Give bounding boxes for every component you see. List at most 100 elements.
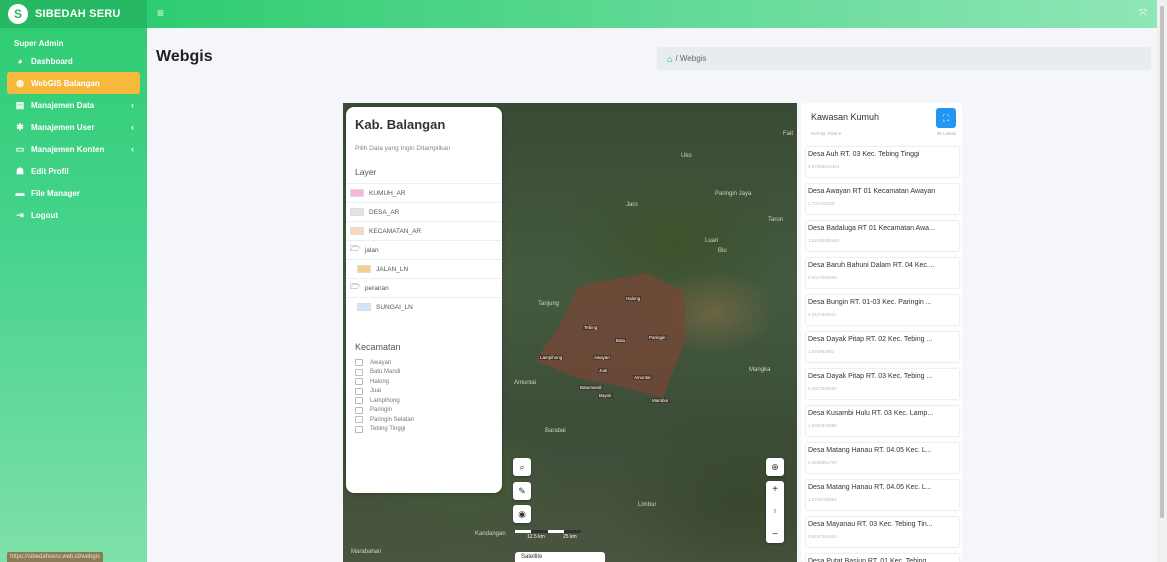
kecamatan-label: Awayan xyxy=(370,359,392,366)
district-map-label[interactable]: Paringin xyxy=(648,335,667,340)
camera-icon[interactable]: ◉ xyxy=(513,505,531,523)
sidebar-item-label: Dashboard xyxy=(31,56,73,66)
map-place-label: Amuntai xyxy=(514,380,537,386)
sidebar-item-dashboard[interactable]: ◕ Dashboard xyxy=(7,50,140,72)
layer-item-kumuh_ar[interactable]: KUMUH_AR xyxy=(346,183,502,202)
kawasan-item-value: 0.4638951705 xyxy=(808,460,837,465)
district-map-label[interactable]: Batumandi xyxy=(579,385,603,390)
home-icon[interactable]: ⌂ xyxy=(667,54,672,64)
kecamatan-checkbox-lampihong[interactable]: Lampihong xyxy=(346,396,502,406)
kawasan-list-item[interactable]: Desa Bungin RT. 01-03 Kec. Paringin ... 4… xyxy=(806,295,959,325)
kecamatan-checkbox-tebing-tinggi[interactable]: Tebing Tinggi xyxy=(346,425,502,435)
layer-color-swatch xyxy=(357,265,371,273)
district-map-label[interactable]: Lampihong xyxy=(539,355,564,360)
kecamatan-checkbox-juai[interactable]: Juai xyxy=(346,387,502,397)
layer-item-jalan_ln[interactable]: JALAN_LN xyxy=(346,259,502,278)
kecamatan-checkbox-paringin[interactable]: Paringin xyxy=(346,406,502,416)
sidebar-item-manajemen-user[interactable]: ✱ Manajemen User ‹ xyxy=(7,116,140,138)
checkbox[interactable] xyxy=(355,387,363,395)
menu-toggle-icon[interactable]: ≡ xyxy=(157,6,164,20)
fullscreen-icon[interactable]: ⤧ xyxy=(1139,8,1147,19)
status-bar-url: https://sibedahseru.web.id/webgis xyxy=(7,552,104,562)
sidebar-item-webgis-balangan[interactable]: ◍ WebGIS Balangan xyxy=(7,72,140,94)
kecamatan-label: Lampihong xyxy=(370,397,400,404)
users-icon: ✱ xyxy=(16,121,24,132)
sidebar-item-edit-profil[interactable]: ☗ Edit Profil xyxy=(7,160,140,182)
checkbox[interactable] xyxy=(355,378,363,386)
kawasan-list-item[interactable]: Desa Mayanau RT. 03 Kec. Tebing Tin... 0.… xyxy=(806,517,959,547)
zoom-control: + 9 − xyxy=(766,481,784,543)
sidebar-item-manajemen-data[interactable]: ▤ Manajemen Data ‹ xyxy=(7,94,140,116)
district-map-label[interactable]: Halong xyxy=(625,296,642,301)
kawasan-item-value: 0.0017063008 xyxy=(808,275,837,280)
breadcrumb-current: / Webgis xyxy=(675,54,707,63)
zoom-out-button[interactable]: − xyxy=(772,529,778,540)
map-place-label: Tanjung xyxy=(538,301,560,307)
kawasan-item-value: 0.4627016692 xyxy=(808,386,837,391)
sidebar-item-file-manager[interactable]: ▬ File Manager xyxy=(7,182,140,204)
layer-section-title: Layer xyxy=(355,167,377,177)
kecamatan-label: Halong xyxy=(370,378,390,385)
kawasan-item-name: Desa Matang Hanau RT. 04.05 Kec. L... xyxy=(808,484,932,491)
page-scrollbar[interactable] xyxy=(1157,0,1167,562)
map-place-label: Uko xyxy=(681,153,692,159)
sort-dropdown[interactable]: Sort by: Field ▾ xyxy=(811,131,841,137)
layer-item-perairan[interactable]: 🗁 perairan xyxy=(346,278,502,297)
layer-list: KUMUH_AR DESA_AR KECAMATAN_AR 🗁 jalan JALAN_L… xyxy=(346,183,502,316)
kawasan-list-item[interactable]: Desa Matang Hanau RT. 04.05 Kec. L... 1.2… xyxy=(806,480,959,510)
district-map-label[interactable]: Mambur xyxy=(651,398,670,403)
layer-item-kecamatan_ar[interactable]: KECAMATAN_AR xyxy=(346,221,502,240)
sidebar-item-manajemen-konten[interactable]: ▭ Manajemen Konten ‹ xyxy=(7,138,140,160)
locate-icon[interactable]: ⊕ xyxy=(766,458,784,476)
kawasan-list-item[interactable]: Desa Badaluga RT 01 Kecamatan Awa... 1.52… xyxy=(806,221,959,251)
checkbox[interactable] xyxy=(355,425,363,433)
basemap-switcher[interactable]: Satellite xyxy=(515,552,605,562)
kecamatan-checkbox-awayan[interactable]: Awayan xyxy=(346,358,502,368)
map-place-label: Jaro xyxy=(626,202,638,208)
sidebar-nav: ◕ Dashboard ◍ WebGIS Balangan ▤ Manajeme… xyxy=(0,50,147,226)
zoom-in-button[interactable]: + xyxy=(772,484,778,495)
sidebar-item-logout[interactable]: ⇥ Logout xyxy=(7,204,140,226)
checkbox[interactable] xyxy=(355,416,363,424)
kecamatan-checkbox-batu-mandi[interactable]: Batu Mandi xyxy=(346,368,502,378)
district-map-label[interactable]: Awayan xyxy=(593,355,611,360)
logout-icon: ⇥ xyxy=(16,209,24,220)
kecamatan-checkbox-halong[interactable]: Halong xyxy=(346,377,502,387)
kawasan-list-item[interactable]: Desa Kusambi Hulu RT. 03 Kec. Lamp... 1.5… xyxy=(806,406,959,436)
district-map-label[interactable]: Batu xyxy=(615,338,627,343)
checkbox[interactable] xyxy=(355,359,363,367)
district-map-label[interactable]: Amuntai xyxy=(633,375,652,380)
kawasan-list-item[interactable]: Desa Dayak Pitap RT. 03 Kec. Tebing ... 0… xyxy=(806,369,959,399)
kawasan-list-item[interactable]: Desa Baruh Bahuni Dalam RT. 04 Kec.... 0.… xyxy=(806,258,959,288)
kawasan-item-name: Desa Putat Basiun RT. 01 Kec. Tebing... xyxy=(808,558,933,562)
kawasan-list-item[interactable]: Desa Putat Basiun RT. 01 Kec. Tebing...1… xyxy=(806,554,959,562)
brand[interactable]: S SIBEDAH SERU xyxy=(0,0,147,28)
kawasan-list-item[interactable]: Desa Matang Hanau RT. 04.05 Kec. L... 0.4… xyxy=(806,443,959,473)
kawasan-list-item[interactable]: Desa Auh RT. 03 Kec. Tebing Tinggi 2.0709… xyxy=(806,147,959,177)
sidebar-item-label: WebGIS Balangan xyxy=(31,78,100,88)
kawasan-list[interactable]: Desa Auh RT. 03 Kec. Tebing Tinggi 2.0709… xyxy=(801,147,962,562)
folder-open-icon: 🗁 xyxy=(350,244,360,253)
kawasan-list-item[interactable]: Desa Awayan RT 01 Kecamatan Awayan 1.7074… xyxy=(806,184,959,214)
measure-icon[interactable]: ✎ xyxy=(513,482,531,500)
kawasan-item-value: 2.07095644444 xyxy=(808,164,840,169)
layer-item-jalan[interactable]: 🗁 jalan xyxy=(346,240,502,259)
checkbox[interactable] xyxy=(355,406,363,414)
checkbox[interactable] xyxy=(355,397,363,405)
kecamatan-label: Paringin Selatan xyxy=(370,416,415,423)
district-map-label[interactable]: Bayuk xyxy=(598,393,613,398)
checkbox[interactable] xyxy=(355,368,363,376)
scrollbar-thumb[interactable] xyxy=(1160,6,1164,518)
database-icon: ▤ xyxy=(15,99,25,110)
kawasan-list-item[interactable]: Desa Dayak Pitap RT. 02 Kec. Tebing ... 1… xyxy=(806,332,959,362)
fullscreen-icon[interactable]: ⛶ xyxy=(936,108,956,128)
layer-item-sungai_ln[interactable]: SUNGAI_LN xyxy=(346,297,502,316)
map-place-label: Kandangan xyxy=(475,531,506,537)
district-map-label[interactable]: Juai xyxy=(598,368,609,373)
district-map-label[interactable]: Tebing xyxy=(583,325,599,330)
layer-panel: Kab. Balangan Pilih Data yang Ingin Dita… xyxy=(346,107,502,493)
layer-item-desa_ar[interactable]: DESA_AR xyxy=(346,202,502,221)
search-icon[interactable]: ⌕ xyxy=(513,458,531,476)
kawasan-item-name: Desa Kusambi Hulu RT. 03 Kec. Lamp... xyxy=(808,410,934,417)
kecamatan-checkbox-paringin-selatan[interactable]: Paringin Selatan xyxy=(346,415,502,425)
